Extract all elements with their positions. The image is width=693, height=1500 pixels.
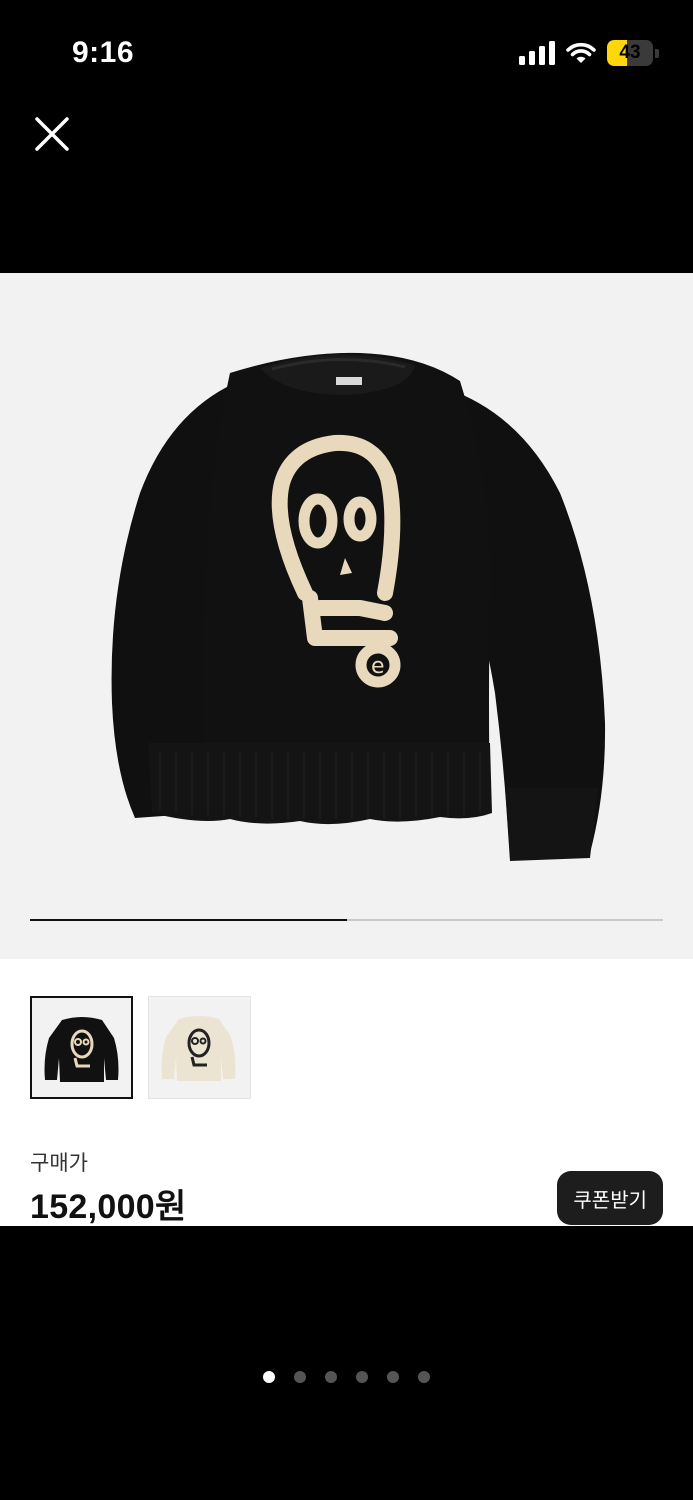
page-dot[interactable]	[294, 1371, 306, 1383]
product-sheet: e 구매가 152,000원 쿠폰받기	[0, 273, 693, 1226]
page-dot[interactable]	[418, 1371, 430, 1383]
gallery-progress	[30, 919, 663, 921]
wifi-icon	[566, 42, 596, 63]
page-dot[interactable]	[263, 1371, 275, 1383]
product-image: e	[111, 352, 606, 861]
close-button[interactable]	[30, 112, 74, 156]
price-label: 구매가	[30, 1152, 88, 1175]
status-icons: 43	[519, 40, 659, 66]
product-image-carousel[interactable]: e	[0, 273, 693, 959]
status-bar: 9:16 43	[0, 0, 693, 100]
sweater-illustration: e	[111, 352, 606, 861]
page-dot[interactable]	[325, 1371, 337, 1383]
thumbnail-list	[30, 996, 251, 1099]
status-time: 9:16	[72, 36, 135, 69]
close-icon	[35, 117, 69, 151]
gallery-progress-fill	[30, 919, 347, 921]
battery-level: 43	[619, 42, 641, 63]
price-value: 152,000원	[30, 1188, 187, 1226]
svg-text:e: e	[371, 654, 385, 679]
get-coupon-button[interactable]: 쿠폰받기	[557, 1171, 663, 1225]
thumbnail-cream[interactable]	[148, 996, 251, 1099]
page-indicator	[0, 1371, 693, 1383]
page-dot[interactable]	[387, 1371, 399, 1383]
battery-icon: 43	[607, 40, 659, 66]
thumbnail-black[interactable]	[30, 996, 133, 1099]
cellular-signal-icon	[519, 41, 555, 65]
page-dot[interactable]	[356, 1371, 368, 1383]
